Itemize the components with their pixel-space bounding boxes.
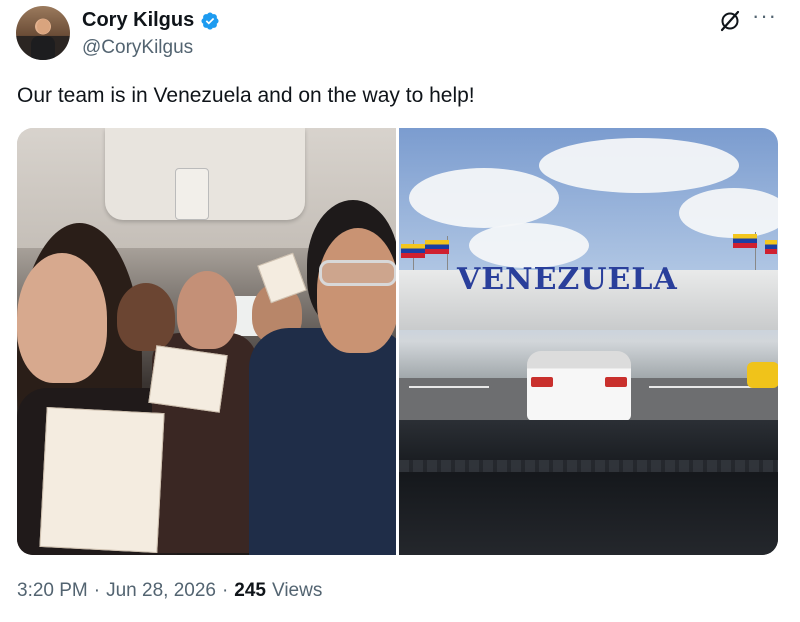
tweet-meta: 3:20 PM · Jun 28, 2026 · 245 Views [17,580,322,602]
person-5-face [317,228,396,353]
tweet-text: Our team is in Venezuela and on the way … [17,84,475,107]
cloud [409,168,559,228]
person-1-face [17,253,107,383]
venezuela-sign: VENEZUELA [457,262,678,297]
person-3-face [177,271,237,349]
person-5-body [249,328,396,555]
tail-light [605,377,627,387]
photo-border-crossing[interactable]: VENEZUELA [399,128,778,555]
meta-separator: · [221,580,229,601]
cloud [539,138,739,193]
author-display-name[interactable]: Cory Kilgus [82,9,194,32]
lane-marking [649,386,759,388]
tweet-media[interactable]: VENEZUELA [17,128,778,555]
verified-badge-icon[interactable] [200,11,220,31]
venezuela-flag [765,240,777,254]
avatar[interactable] [16,6,70,60]
photo-car-interior[interactable] [17,128,396,555]
meta-separator: · [93,580,101,601]
venezuela-flag [733,234,757,248]
venezuela-flag [401,244,425,258]
more-options-icon[interactable]: ··· [752,5,777,27]
sunglasses [319,260,396,286]
tweet-time[interactable]: 3:20 PM [17,580,88,602]
dashboard-vent [399,460,778,472]
person-2-face [117,283,175,351]
grok-icon[interactable] [718,9,742,33]
cloud [679,188,778,238]
author-name-row: Cory Kilgus [82,9,220,32]
venezuela-flag [425,240,449,254]
lane-marking [409,386,489,388]
tweet-date[interactable]: Jun 28, 2026 [106,580,216,602]
passport-2 [148,345,228,413]
tail-light [531,377,553,387]
author-handle[interactable]: @CoryKilgus [82,37,193,59]
views-count: 245 [234,580,266,601]
tweet: Cory Kilgus @CoryKilgus ··· Our team is … [0,0,800,622]
yellow-car [747,362,778,388]
passport-1 [39,407,165,553]
views-label: Views [272,580,323,601]
dashboard [399,420,778,555]
white-car [527,351,631,421]
avatar-head [37,19,50,34]
avatar-body [31,36,55,60]
overhead-console-button [175,168,209,220]
